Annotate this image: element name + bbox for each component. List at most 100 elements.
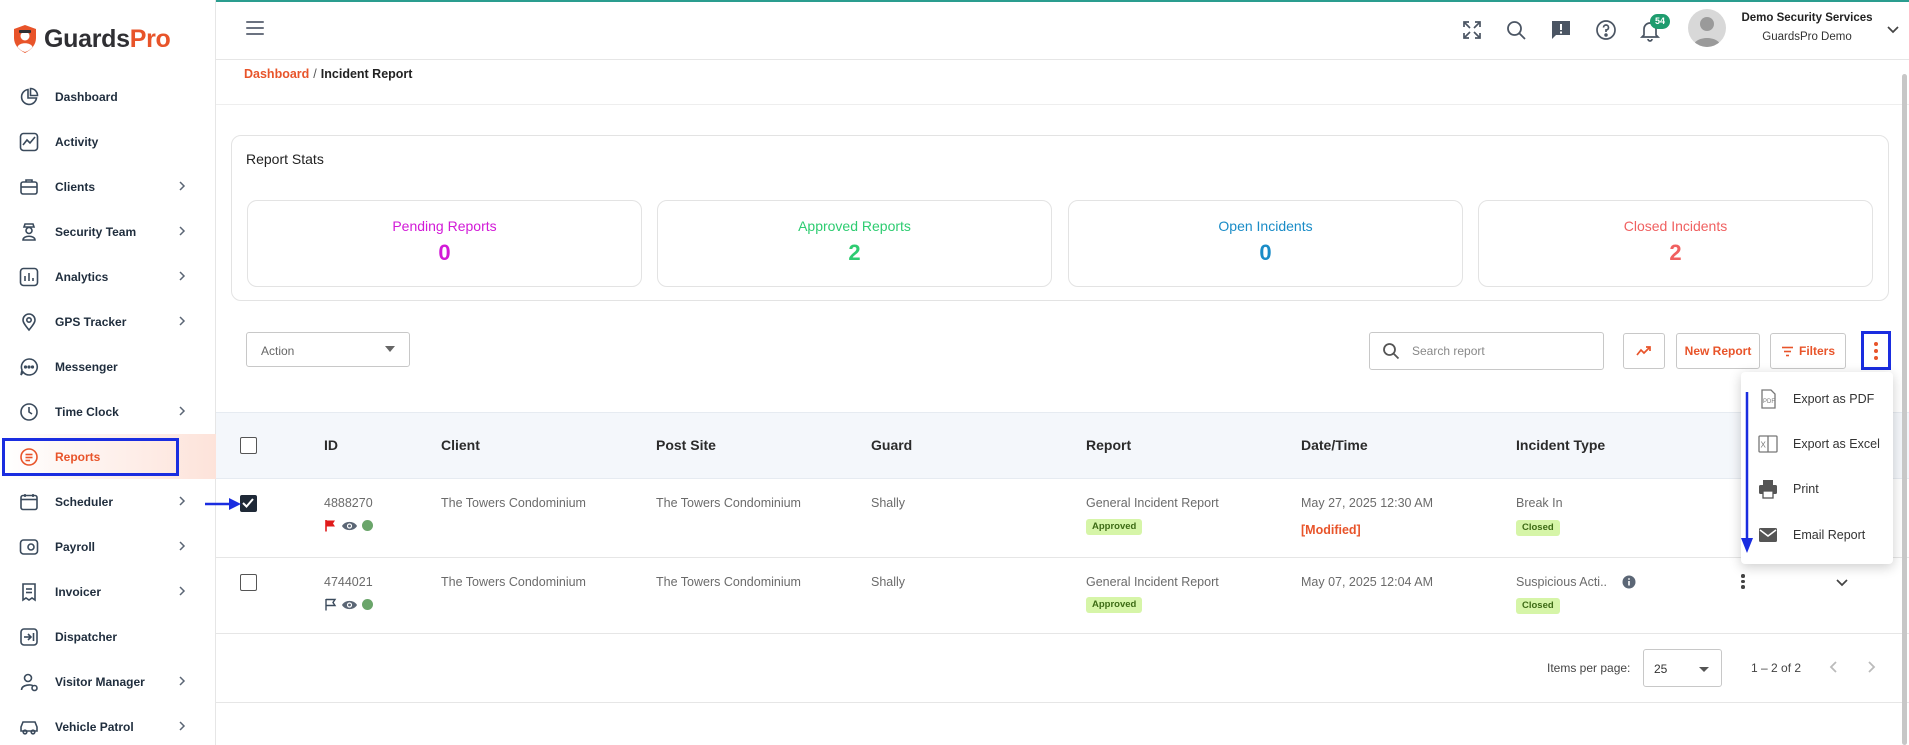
avatar[interactable] [1688, 9, 1726, 47]
sidebar-item-clients[interactable]: Clients [0, 164, 216, 209]
app-root: GuardsPro Dashboard Activity Clients Sec… [0, 0, 1909, 745]
column-header-guard[interactable]: Guard [871, 437, 912, 453]
sidebar-item-gps-tracker[interactable]: GPS Tracker [0, 299, 216, 344]
brand-logo[interactable]: GuardsPro [12, 22, 171, 56]
sidebar-item-security-team[interactable]: Security Team [0, 209, 216, 254]
sidebar-item-time-clock[interactable]: Time Clock [0, 389, 216, 434]
sidebar-item-dashboard[interactable]: Dashboard [0, 74, 216, 119]
items-per-page-select[interactable]: 25 [1643, 649, 1722, 687]
menu-item-export-excel[interactable]: X Export as Excel [1741, 422, 1893, 466]
menu-item-print[interactable]: Print [1741, 467, 1893, 511]
reports-icon [18, 446, 40, 468]
row-more-icon[interactable] [1741, 574, 1745, 589]
sidebar-item-label: Visitor Manager [55, 674, 145, 689]
eye-icon[interactable] [341, 520, 358, 532]
sidebar-item-payroll[interactable]: Payroll [0, 524, 216, 569]
chevron-down-icon[interactable] [1886, 22, 1900, 36]
search-input[interactable] [1412, 342, 1592, 360]
page-scrollbar[interactable] [1902, 74, 1907, 745]
help-icon[interactable] [1594, 18, 1618, 42]
previous-page-icon[interactable] [1824, 657, 1844, 677]
sidebar-item-scheduler[interactable]: Scheduler [0, 479, 216, 524]
new-report-button[interactable]: New Report [1676, 333, 1760, 369]
sidebar-item-analytics[interactable]: Analytics [0, 254, 216, 299]
breadcrumb-link-dashboard[interactable]: Dashboard [244, 67, 309, 81]
select-all-checkbox[interactable] [240, 437, 257, 454]
trend-chart-button[interactable] [1623, 333, 1665, 369]
eye-icon[interactable] [341, 599, 358, 611]
stat-value: 0 [438, 240, 451, 265]
next-page-icon[interactable] [1861, 657, 1881, 677]
stat-label: Open Incidents [1218, 218, 1313, 234]
chevron-right-icon [179, 406, 186, 416]
sidebar-item-label: Time Clock [55, 404, 119, 419]
dashboard-icon [18, 86, 40, 108]
column-header-client[interactable]: Client [441, 437, 480, 453]
stat-value: 2 [848, 240, 861, 265]
cell-id[interactable]: 4888270 [324, 496, 373, 510]
pagination-range: 1 – 2 of 2 [1751, 661, 1802, 675]
sidebar-item-activity[interactable]: Activity [0, 119, 216, 164]
table-row[interactable]: 4744021 The Towers Condominium The Tower… [216, 558, 1909, 634]
user-name[interactable]: Demo Security Services [1732, 12, 1882, 24]
filters-button[interactable]: Filters [1770, 333, 1846, 369]
cell-id[interactable]: 4744021 [324, 575, 373, 589]
menu-toggle-icon[interactable] [246, 21, 264, 35]
menu-item-label: Export as PDF [1793, 392, 1875, 406]
cell-report: General Incident Report [1086, 496, 1219, 510]
caret-down-icon [385, 346, 395, 352]
row-checkbox[interactable] [240, 574, 257, 591]
sidebar-item-invoicer[interactable]: Invoicer [0, 569, 216, 614]
column-header-report[interactable]: Report [1086, 437, 1131, 453]
filters-label: Filters [1798, 344, 1835, 358]
sidebar-item-label: GPS Tracker [55, 314, 127, 329]
sidebar-item-visitor-manager[interactable]: Visitor Manager [0, 659, 216, 704]
expand-chevron-icon[interactable] [1835, 578, 1849, 588]
stat-value: 0 [1259, 240, 1272, 265]
security-team-icon [18, 221, 40, 243]
table-row[interactable]: 4888270 The Towers Condominium The Tower… [216, 479, 1909, 558]
column-header-datetime[interactable]: Date/Time [1301, 437, 1368, 453]
menu-item-email-report[interactable]: Email Report [1741, 513, 1893, 557]
action-select[interactable]: Action [246, 332, 410, 367]
cell-guard: Shally [871, 575, 906, 589]
row-checkbox[interactable] [240, 495, 257, 512]
chevron-right-icon [179, 721, 186, 731]
email-icon [1759, 528, 1777, 542]
sidebar-item-label: Dashboard [55, 89, 118, 104]
divider [216, 702, 1909, 703]
sidebar-item-label: Messenger [55, 359, 118, 374]
feedback-icon[interactable] [1549, 18, 1573, 42]
status-badge: Closed [1516, 520, 1560, 536]
vehicle-icon [18, 716, 40, 738]
search-icon [1383, 343, 1400, 360]
sidebar-item-label: Payroll [55, 539, 96, 554]
sidebar-item-messenger[interactable]: Messenger [0, 344, 216, 389]
sidebar-item-dispatcher[interactable]: Dispatcher [0, 614, 216, 659]
menu-item-export-pdf[interactable]: PDF Export as PDF [1741, 377, 1893, 421]
export-menu: PDF Export as PDF X Export as Excel Prin… [1741, 372, 1893, 564]
column-header-id[interactable]: ID [324, 437, 338, 453]
menu-item-label: Email Report [1793, 528, 1866, 542]
sidebar-item-label: Activity [55, 134, 99, 149]
sidebar-item-vehicle-patrol[interactable]: Vehicle Patrol [0, 704, 216, 745]
flag-icon[interactable] [324, 519, 337, 532]
notification-count-badge: 54 [1650, 14, 1670, 29]
visitor-icon [18, 671, 40, 693]
search-icon[interactable] [1504, 18, 1528, 42]
stat-card-pending: Pending Reports 0 [247, 200, 642, 287]
column-header-post-site[interactable]: Post Site [656, 437, 716, 453]
stat-value: 2 [1669, 240, 1682, 265]
sidebar-item-reports[interactable]: Reports [0, 434, 216, 479]
info-icon[interactable] [1622, 575, 1636, 589]
more-options-button[interactable] [1861, 331, 1891, 370]
fullscreen-icon[interactable] [1460, 18, 1484, 42]
row-status-icons [324, 598, 373, 611]
column-header-incident-type[interactable]: Incident Type [1516, 437, 1605, 453]
stat-card-approved: Approved Reports 2 [657, 200, 1052, 287]
svg-text:PDF: PDF [1763, 399, 1775, 405]
brand-name-part2: Pro [129, 24, 171, 53]
report-stats-panel: Report Stats Pending Reports 0 Approved … [231, 135, 1889, 301]
flag-outline-icon[interactable] [324, 598, 337, 611]
sidebar-item-label: Reports [55, 449, 101, 464]
